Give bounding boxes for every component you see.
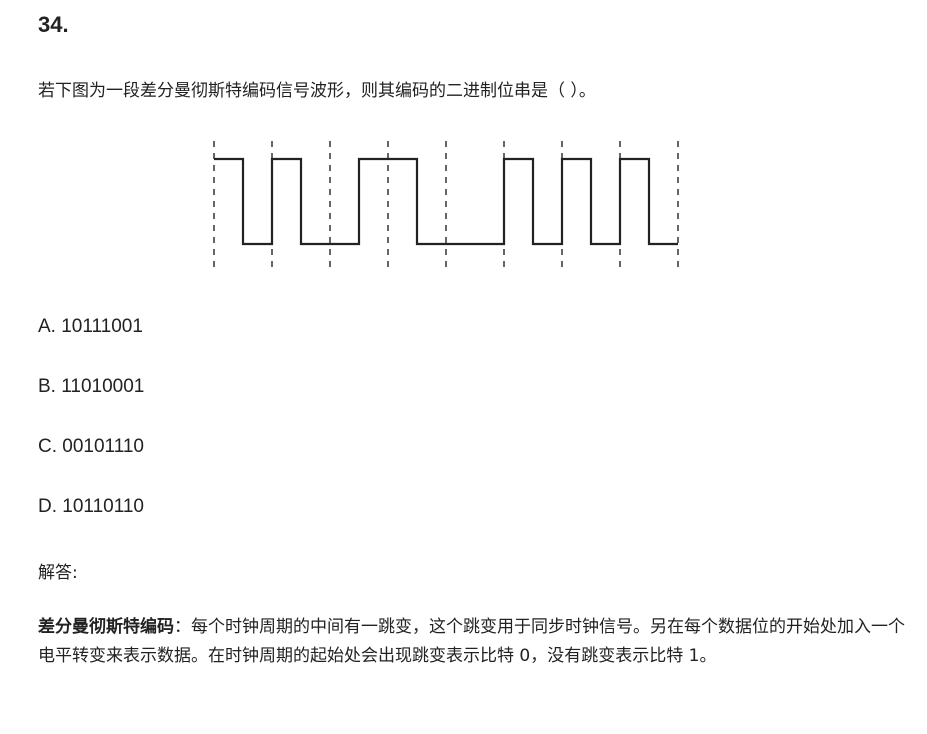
option-a[interactable]: A. 10111001 [38,316,143,338]
question-number: 34. [38,12,69,37]
option-d[interactable]: D. 10110110 [38,496,144,518]
explanation: 差分曼彻斯特编码：每个时钟周期的中间有一跳变，这个跳变用于同步时钟信号。另在每个… [38,613,908,671]
answer-label: 解答: [38,563,78,583]
waveform-figure [200,135,700,279]
option-c[interactable]: C. 00101110 [38,436,144,458]
option-b[interactable]: B. 11010001 [38,376,144,398]
explanation-term: 差分曼彻斯特编码 [38,617,174,637]
question-text: 若下图为一段差分曼彻斯特编码信号波形，则其编码的二进制位串是（ ）。 [38,81,596,101]
waveform-svg [213,141,679,267]
